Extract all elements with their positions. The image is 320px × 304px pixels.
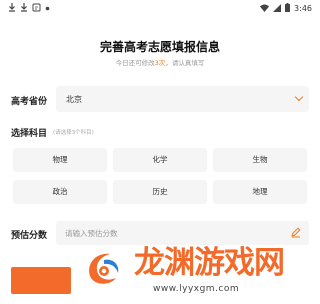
download-icon xyxy=(8,3,16,15)
page-subtitle: 今日还可修改3次，请认真填写 xyxy=(0,57,320,67)
province-value: 北京 xyxy=(66,95,82,104)
battery-icon xyxy=(285,3,291,14)
subtitle-suffix: ，请认真填写 xyxy=(165,59,205,67)
subject-option-history[interactable]: 历史 xyxy=(113,180,207,204)
subtitle-prefix: 今日还可修改 xyxy=(115,59,155,67)
score-label: 预估分数 xyxy=(11,231,48,241)
status-bar: 3:46 xyxy=(0,0,320,16)
subject-option-chemistry[interactable]: 化学 xyxy=(113,148,207,172)
province-label: 高考省份 xyxy=(11,97,48,107)
chevron-down-icon xyxy=(294,92,304,102)
subject-option-geography[interactable]: 地理 xyxy=(213,180,307,204)
watermark-url: www.lyyxgm.com xyxy=(153,284,240,294)
signal-icon xyxy=(273,3,282,14)
subject-option-politics[interactable]: 政治 xyxy=(13,180,107,204)
watermark-logo xyxy=(83,249,125,291)
subject-option-biology[interactable]: 生物 xyxy=(213,148,307,172)
page-title: 完善高考志愿填报信息 xyxy=(99,40,220,54)
download-icon xyxy=(20,3,28,15)
score-input[interactable]: 请输入预估分数 xyxy=(56,221,309,245)
province-select[interactable]: 北京 xyxy=(56,86,309,112)
app-icon xyxy=(45,4,50,14)
status-time: 3:46 xyxy=(294,4,312,13)
pencil-icon xyxy=(291,227,301,238)
subject-option-physics[interactable]: 物理 xyxy=(13,148,107,172)
watermark-text: 龙渊游戏网 xyxy=(134,245,285,281)
score-placeholder: 请输入预估分数 xyxy=(65,229,118,238)
subjects-hint: (请选择3个科目) xyxy=(53,130,94,136)
subtitle-count: 3次 xyxy=(154,59,166,67)
subjects-label: 选择科目 xyxy=(11,129,48,139)
notification-icon xyxy=(32,3,41,15)
status-left-icons xyxy=(8,3,50,15)
status-right-icons: 3:46 xyxy=(260,3,312,14)
wifi-icon xyxy=(260,4,270,14)
submit-button[interactable] xyxy=(11,267,71,294)
